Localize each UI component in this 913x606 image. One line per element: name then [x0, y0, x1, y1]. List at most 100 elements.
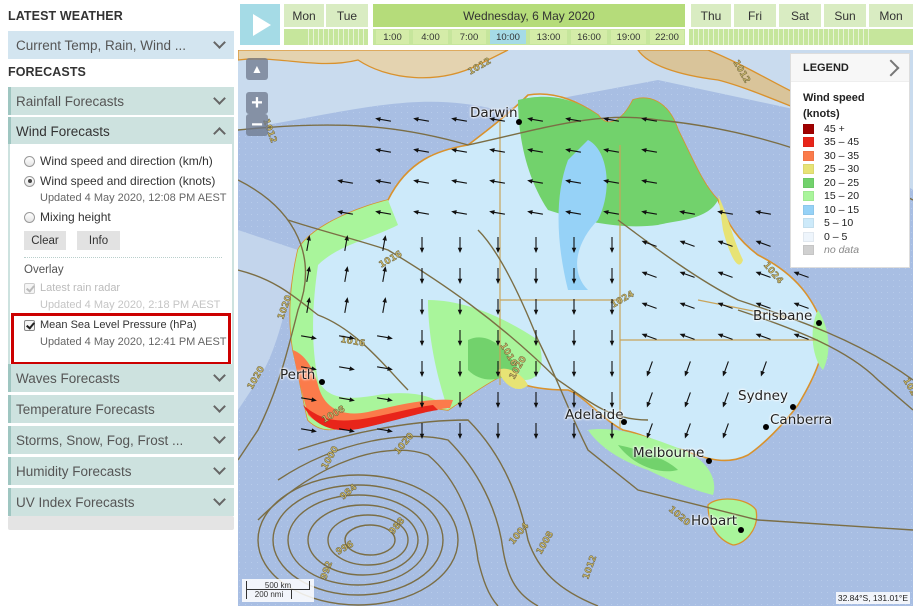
legend-subtitle-line: Wind speed: [803, 92, 865, 104]
city-label-adelaide: Adelaide: [565, 407, 624, 423]
overlay-title: Overlay: [24, 264, 64, 276]
chevron-right-icon[interactable]: [882, 59, 900, 76]
play-button[interactable]: [240, 4, 280, 45]
legend-item: 25 – 30: [791, 163, 909, 177]
radio-mixing-height[interactable]: Mixing height: [24, 210, 111, 224]
city-marker: [516, 119, 522, 125]
legend-panel: LEGEND Wind speed (knots) 45 +35 – 45 30 …: [790, 53, 910, 268]
timeline: Mon Tue Wednesday, 6 May 2020 Thu Fri Sa…: [238, 0, 913, 48]
radio-wind-knots[interactable]: Wind speed and direction (knots): [24, 174, 215, 188]
accordion-current-weather[interactable]: Current Temp, Rain, Wind ...: [8, 31, 234, 59]
legend-swatch: [803, 150, 814, 161]
legend-swatch: [803, 164, 814, 175]
accordion-wind-forecasts[interactable]: Wind Forecasts: [8, 117, 234, 145]
rain-radar-updated-text: Updated 4 May 2020, 2:18 PM AEST: [40, 299, 221, 311]
legend-items: 45 +35 – 45 30 – 35 25 – 30 20 – 25 15 – 20 1…: [791, 122, 909, 257]
legend-header[interactable]: LEGEND: [791, 54, 909, 82]
option-label: Latest rain radar: [40, 282, 121, 294]
minus-icon: −: [251, 113, 263, 136]
legend-label: 35 – 45: [824, 136, 860, 149]
day-tue[interactable]: Tue: [326, 4, 368, 27]
accordion-storms-forecasts[interactable]: Storms, Snow, Fog, Frost ...: [8, 426, 234, 454]
legend-item: 20 – 25: [791, 176, 909, 190]
reset-view-button[interactable]: ▲: [246, 58, 268, 80]
accordion-label: Waves Forecasts: [16, 370, 120, 386]
legend-swatch: [803, 218, 814, 229]
day-thu[interactable]: Thu: [691, 4, 731, 27]
hour-2200[interactable]: 22:00: [650, 30, 684, 44]
day-sun[interactable]: Sun: [824, 4, 866, 27]
hour-1000-selected[interactable]: 10:00: [490, 30, 526, 44]
australia-icon: ▲: [251, 62, 263, 76]
radio-button[interactable]: [24, 211, 35, 223]
hour-track[interactable]: [304, 29, 368, 45]
accordion-temperature-forecasts[interactable]: Temperature Forecasts: [8, 395, 234, 423]
sidebar: LATEST WEATHER Current Temp, Rain, Wind …: [0, 0, 236, 606]
coordinate-readout: 32.84°S, 131.01°E: [835, 592, 910, 604]
hour-1300[interactable]: 13:00: [530, 30, 567, 44]
play-icon: [253, 13, 271, 36]
scale-km: 500 km: [246, 581, 310, 590]
chevron-down-icon: [213, 400, 226, 413]
city-label-darwin: Darwin: [470, 105, 518, 121]
sidebar-footer-bar: [8, 516, 234, 530]
hour-1900[interactable]: 19:00: [611, 30, 646, 44]
scale-bar: 500 km 200 nmi: [242, 579, 314, 602]
city-marker: [790, 404, 796, 410]
legend-label: 0 – 5: [824, 230, 848, 243]
city-marker: [738, 527, 744, 533]
hour-0700[interactable]: 7:00: [452, 30, 486, 44]
legend-label: 15 – 20: [824, 190, 860, 203]
hour-track[interactable]: [284, 29, 304, 45]
legend-swatch: [803, 245, 814, 256]
legend-subtitle-line: (knots): [803, 108, 840, 120]
map-canvas[interactable]: 1012 1012 1012 1016 1016 1016 1020 1020 …: [238, 50, 913, 606]
checkbox-rain-radar: Latest rain radar: [24, 282, 120, 294]
accordion-uv-forecasts[interactable]: UV Index Forecasts: [8, 488, 234, 516]
knots-updated-text: Updated 4 May 2020, 12:08 PM AEST: [40, 192, 227, 204]
accordion-label: Rainfall Forecasts: [16, 93, 125, 109]
option-label: Mixing height: [40, 210, 111, 224]
hour-1600[interactable]: 16:00: [571, 30, 607, 44]
divider: [24, 257, 222, 258]
option-label: Wind speed and direction (knots): [40, 174, 216, 188]
accordion-waves-forecasts[interactable]: Waves Forecasts: [8, 364, 234, 392]
chevron-down-icon: [213, 462, 226, 475]
city-label-brisbane: Brisbane: [753, 308, 813, 324]
plus-icon: +: [251, 91, 263, 114]
accordion-label: Wind Forecasts: [16, 123, 110, 139]
legend-item: 15 – 20: [791, 190, 909, 204]
accordion-label: Humidity Forecasts: [16, 463, 132, 479]
legend-label: no data: [824, 244, 860, 257]
radio-wind-kmh[interactable]: Wind speed and direction (km/h): [24, 154, 213, 168]
accordion-label: Current Temp, Rain, Wind ...: [16, 37, 187, 53]
day-sat[interactable]: Sat: [779, 4, 821, 27]
zoom-in-button[interactable]: +: [246, 92, 268, 114]
day-mon-next[interactable]: Mon: [869, 4, 913, 27]
day-selected[interactable]: Wednesday, 6 May 2020: [373, 4, 685, 27]
hour-0100[interactable]: 1:00: [376, 30, 409, 44]
legend-label: 25 – 30: [824, 163, 860, 176]
day-mon[interactable]: Mon: [284, 4, 324, 27]
legend-item: 35 – 45: [791, 136, 909, 150]
accordion-humidity-forecasts[interactable]: Humidity Forecasts: [8, 457, 234, 485]
legend-subtitle: Wind speed (knots): [791, 82, 909, 122]
forecasts-title: FORECASTS: [8, 65, 86, 79]
hour-0400[interactable]: 4:00: [413, 30, 448, 44]
city-marker: [816, 320, 822, 326]
radio-button-selected[interactable]: [24, 175, 35, 187]
legend-swatch: [803, 137, 814, 148]
legend-label: 45 +: [824, 122, 845, 135]
zoom-out-button[interactable]: −: [246, 114, 268, 136]
clear-button[interactable]: Clear: [24, 231, 66, 250]
hour-track[interactable]: [689, 29, 869, 45]
city-label-sydney: Sydney: [738, 388, 788, 404]
accordion-rainfall-forecasts[interactable]: Rainfall Forecasts: [8, 87, 234, 115]
day-fri[interactable]: Fri: [734, 4, 776, 27]
option-label: Wind speed and direction (km/h): [40, 154, 213, 168]
info-button[interactable]: Info: [77, 231, 120, 250]
radio-button[interactable]: [24, 155, 35, 167]
hour-track[interactable]: [869, 29, 913, 45]
legend-label: 5 – 10: [824, 217, 854, 230]
highlight-box: [11, 313, 231, 365]
